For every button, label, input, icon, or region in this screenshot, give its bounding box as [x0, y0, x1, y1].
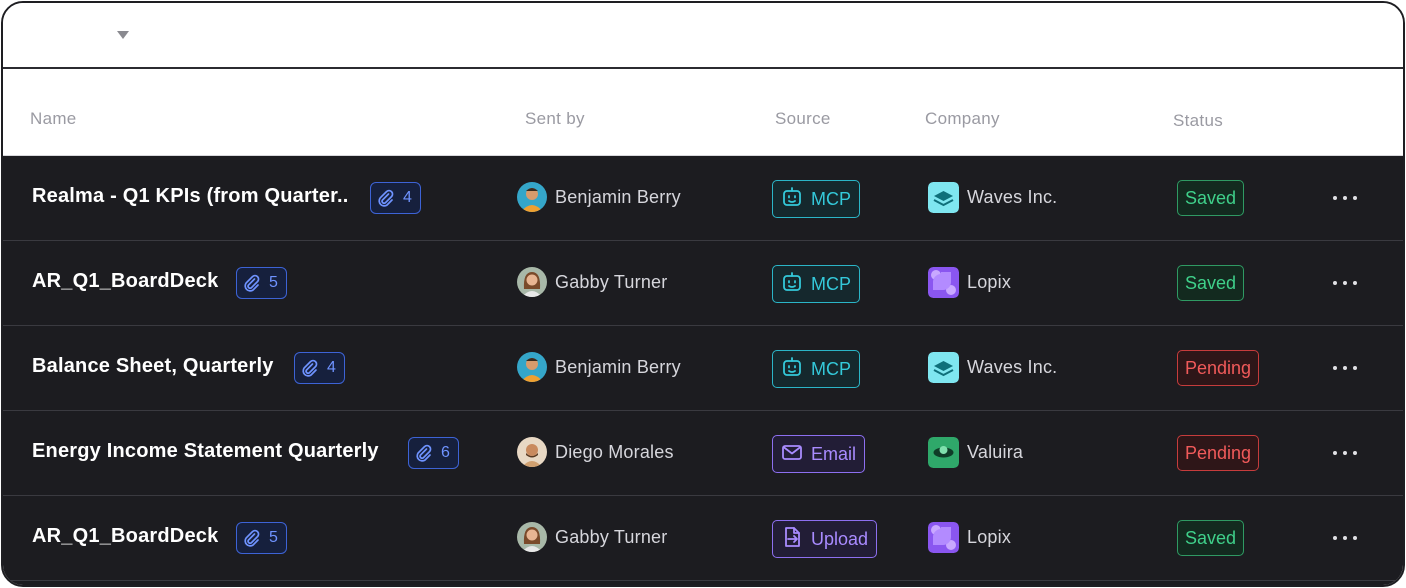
- upload-file-icon: [781, 526, 803, 553]
- company: Waves Inc.: [928, 182, 1057, 213]
- table-row[interactable]: Energy Income Statement Quarterly 6 Diego …: [3, 411, 1403, 496]
- avatar-benjamin: [517, 352, 547, 382]
- documents-panel: Name Sent by Source Company Status Realm…: [1, 1, 1405, 587]
- column-header-source[interactable]: Source: [775, 109, 831, 129]
- table-row[interactable]: AR_Q1_BoardDeck 5 Gabby Turner Upload Lopix S…: [3, 496, 1403, 581]
- document-name[interactable]: Balance Sheet, Quarterly: [32, 355, 274, 378]
- sender: Diego Morales: [517, 437, 674, 467]
- table-row[interactable]: Balance Sheet, Quarterly 4 Benjamin Berry M…: [3, 326, 1403, 411]
- company: Lopix: [928, 267, 1011, 298]
- document-name[interactable]: AR_Q1_BoardDeck: [32, 270, 218, 293]
- source-label: Email: [811, 443, 857, 464]
- attachment-count-badge[interactable]: 4: [370, 182, 421, 214]
- source-badge: MCP: [772, 265, 860, 303]
- sender: Gabby Turner: [517, 267, 667, 297]
- document-name[interactable]: Realma - Q1 KPIs (from Quarter..: [32, 185, 349, 208]
- status-badge: Saved: [1177, 265, 1245, 301]
- sender-name: Benjamin Berry: [555, 186, 681, 207]
- status-badge: Pending: [1177, 350, 1260, 386]
- paperclip-icon: [301, 359, 319, 377]
- column-header-company[interactable]: Company: [925, 109, 1000, 129]
- avatar-gabby: [517, 522, 547, 552]
- column-header-name[interactable]: Name: [30, 109, 77, 129]
- document-name[interactable]: AR_Q1_BoardDeck: [32, 525, 218, 548]
- robot-icon: [781, 271, 803, 298]
- table-row[interactable]: AR_Q1_BoardDeck 5 Gabby Turner MCP Lopix Save…: [3, 241, 1403, 326]
- company: Valuira: [928, 437, 1023, 468]
- attachment-count: 5: [269, 529, 278, 546]
- lopix-logo: [928, 267, 959, 298]
- attachment-count: 6: [441, 444, 450, 461]
- attachment-count-badge[interactable]: 4: [294, 352, 345, 384]
- avatar-diego: [517, 437, 547, 467]
- company-name: Lopix: [967, 272, 1012, 292]
- attachment-count: 5: [269, 274, 278, 291]
- avatar-benjamin: [517, 182, 547, 212]
- attachment-count-badge[interactable]: 5: [236, 267, 287, 299]
- source-label: Upload: [811, 528, 869, 549]
- attachment-count-badge[interactable]: 6: [408, 437, 459, 469]
- company-name: Waves Inc.: [967, 357, 1058, 377]
- status-badge: Saved: [1177, 180, 1245, 216]
- company-name: Waves Inc.: [967, 187, 1058, 207]
- robot-icon: [781, 186, 803, 213]
- sender-name: Diego Morales: [555, 441, 674, 462]
- sender: Benjamin Berry: [517, 182, 681, 212]
- sender-name: Benjamin Berry: [555, 356, 681, 377]
- table-body: Realma - Q1 KPIs (from Quarter.. 4 Benjami…: [3, 156, 1403, 585]
- more-options-icon[interactable]: [1333, 190, 1357, 206]
- sender-name: Gabby Turner: [555, 526, 668, 547]
- more-options-icon[interactable]: [1333, 360, 1357, 376]
- attachment-count-badge[interactable]: 5: [236, 522, 287, 554]
- attachment-count: 4: [403, 189, 412, 206]
- toolbar: [3, 3, 1403, 69]
- more-options-icon[interactable]: [1333, 530, 1357, 546]
- source-badge: Email: [772, 435, 866, 473]
- paperclip-icon: [377, 189, 395, 207]
- company: Lopix: [928, 522, 1011, 553]
- valuira-logo: [928, 437, 959, 468]
- waves-logo: [928, 352, 959, 383]
- status-badge: Pending: [1177, 435, 1260, 471]
- company-name: Valuira: [967, 442, 1024, 462]
- company-name: Lopix: [967, 527, 1012, 547]
- paperclip-icon: [243, 274, 261, 292]
- table-header: Name Sent by Source Company Status: [3, 69, 1403, 156]
- more-options-icon[interactable]: [1333, 275, 1357, 291]
- sender: Benjamin Berry: [517, 352, 681, 382]
- source-badge: MCP: [772, 180, 860, 218]
- paperclip-icon: [243, 529, 261, 547]
- sender: Gabby Turner: [517, 522, 667, 552]
- company: Waves Inc.: [928, 352, 1057, 383]
- waves-logo: [928, 182, 959, 213]
- attachment-count: 4: [327, 359, 336, 376]
- sender-name: Gabby Turner: [555, 271, 668, 292]
- column-header-status[interactable]: Status: [1173, 111, 1223, 131]
- source-label: MCP: [811, 358, 851, 379]
- lopix-logo: [928, 522, 959, 553]
- more-options-icon[interactable]: [1333, 445, 1357, 461]
- document-name[interactable]: Energy Income Statement Quarterly: [32, 440, 379, 463]
- robot-icon: [781, 356, 803, 383]
- source-label: MCP: [811, 273, 851, 294]
- chevron-down-icon[interactable]: [117, 31, 129, 39]
- table-row[interactable]: Realma - Q1 KPIs (from Quarter.. 4 Benjami…: [3, 156, 1403, 241]
- column-header-sent-by[interactable]: Sent by: [525, 109, 585, 129]
- envelope-icon: [781, 441, 803, 468]
- source-label: MCP: [811, 188, 851, 209]
- status-badge: Saved: [1177, 520, 1245, 556]
- avatar-gabby: [517, 267, 547, 297]
- source-badge: Upload: [772, 520, 878, 558]
- source-badge: MCP: [772, 350, 860, 388]
- paperclip-icon: [415, 444, 433, 462]
